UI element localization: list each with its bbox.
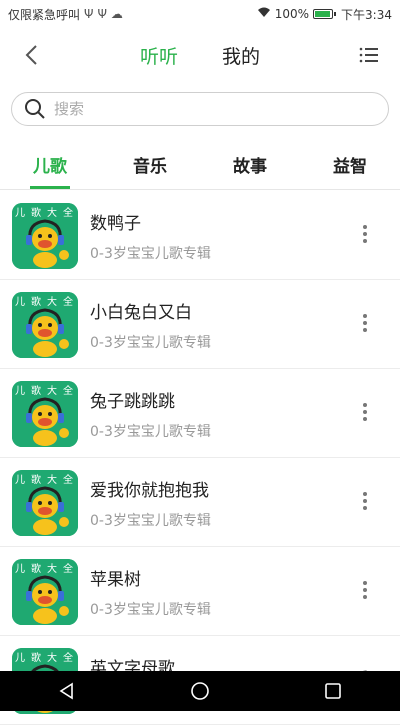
cover-art: 儿歌大全: [12, 470, 78, 536]
cover-label-char: 全: [63, 384, 73, 397]
search-icon: [25, 99, 45, 119]
more-options-icon[interactable]: [362, 581, 368, 601]
status-time: 下午3:34: [341, 7, 392, 22]
cloud-icon: ☁: [110, 7, 123, 21]
category-tab-nursery[interactable]: 儿歌: [33, 152, 67, 177]
album-list: 儿歌大全 数鸭子 0-3岁宝宝儿歌专辑 儿歌大全 小白兔白又白 0-3岁宝宝儿歌…: [0, 191, 400, 725]
cover-label-char: 大: [47, 206, 57, 219]
album-cover: 儿歌大全: [12, 559, 78, 625]
list-item[interactable]: 儿歌大全 小白兔白又白 0-3岁宝宝儿歌专辑: [0, 280, 400, 369]
album-cover: 儿歌大全: [12, 381, 78, 447]
wifi-icon: [257, 7, 271, 21]
tab-mine[interactable]: 我的: [222, 42, 260, 69]
list-menu-button[interactable]: [358, 44, 380, 66]
cover-art: 儿歌大全: [12, 203, 78, 269]
cover-art: 儿歌大全: [12, 381, 78, 447]
cover-label-char: 儿: [15, 207, 25, 219]
list-item[interactable]: 儿歌大全 兔子跳跳跳 0-3岁宝宝儿歌专辑: [0, 369, 400, 458]
cover-label-char: 儿: [15, 474, 25, 486]
cover-label-char: 儿: [15, 385, 25, 397]
item-subtitle: 0-3岁宝宝儿歌专辑: [90, 513, 211, 529]
item-subtitle: 0-3岁宝宝儿歌专辑: [90, 246, 211, 262]
cover-label-char: 全: [63, 206, 73, 219]
status-left: 仅限紧急呼叫 Ψ Ψ ☁: [8, 6, 123, 23]
search-bar[interactable]: [11, 92, 389, 126]
triangle-back-icon: [59, 682, 73, 700]
cover-label-char: 歌: [31, 651, 41, 664]
item-subtitle: 0-3岁宝宝儿歌专辑: [90, 335, 211, 351]
cover-label-char: 大: [47, 384, 57, 397]
cover-label-char: 歌: [31, 384, 41, 397]
list-item[interactable]: 儿歌大全 数鸭子 0-3岁宝宝儿歌专辑: [0, 191, 400, 280]
list-icon: [359, 47, 378, 63]
cover-label-char: 儿: [15, 563, 25, 575]
usb-debug-icon: Ψ: [97, 7, 107, 21]
category-tab-story[interactable]: 故事: [233, 152, 267, 177]
battery-percent: 100%: [274, 7, 310, 21]
cover-label-char: 大: [47, 651, 57, 664]
more-options-icon[interactable]: [362, 492, 368, 512]
more-options-icon[interactable]: [362, 403, 368, 423]
back-button[interactable]: [18, 42, 44, 68]
battery-icon: [313, 9, 337, 19]
cover-label-char: 儿: [15, 296, 25, 308]
back-nav-button[interactable]: [47, 671, 87, 711]
cover-label-char: 歌: [31, 473, 41, 486]
category-tab-puzzle[interactable]: 益智: [333, 152, 367, 177]
chevron-left-icon: [25, 45, 37, 65]
circle-home-icon: [191, 682, 209, 700]
category-tab-music[interactable]: 音乐: [133, 152, 167, 177]
cover-art: 儿歌大全: [12, 292, 78, 358]
tab-listen[interactable]: 听听: [140, 42, 178, 69]
cover-label-char: 歌: [31, 206, 41, 219]
list-item[interactable]: 儿歌大全 爱我你就抱抱我 0-3岁宝宝儿歌专辑: [0, 458, 400, 547]
active-tab-indicator: [30, 186, 70, 189]
recents-nav-button[interactable]: [313, 671, 353, 711]
item-title: 数鸭子: [90, 214, 141, 234]
top-header: 听听 我的: [0, 28, 400, 82]
album-cover: 儿歌大全: [12, 470, 78, 536]
cover-label-char: 歌: [31, 295, 41, 308]
search-input[interactable]: [52, 99, 356, 119]
cover-label-char: 儿: [15, 652, 25, 664]
more-options-icon[interactable]: [362, 314, 368, 334]
cover-label-char: 大: [47, 473, 57, 486]
album-cover: 儿歌大全: [12, 203, 78, 269]
cover-label-char: 歌: [31, 562, 41, 575]
carrier-text: 仅限紧急呼叫: [8, 7, 81, 22]
system-nav-bar: [0, 671, 400, 711]
cover-art: 儿歌大全: [12, 559, 78, 625]
item-subtitle: 0-3岁宝宝儿歌专辑: [90, 424, 211, 440]
list-item[interactable]: 儿歌大全 苹果树 0-3岁宝宝儿歌专辑: [0, 547, 400, 636]
album-cover: 儿歌大全: [12, 292, 78, 358]
item-title: 兔子跳跳跳: [90, 392, 175, 412]
cover-label-char: 全: [63, 295, 73, 308]
category-tabs: 儿歌 音乐 故事 益智: [0, 140, 400, 190]
status-bar: 仅限紧急呼叫 Ψ Ψ ☁ 100% 下午3:34: [0, 0, 400, 28]
item-title: 爱我你就抱抱我: [90, 481, 209, 501]
cover-label-char: 全: [63, 473, 73, 486]
item-title: 小白兔白又白: [90, 303, 192, 323]
status-right: 100% 下午3:34: [257, 6, 392, 23]
usb-icon: Ψ: [84, 7, 94, 21]
more-options-icon[interactable]: [362, 225, 368, 245]
item-title: 苹果树: [90, 570, 141, 590]
cover-label-char: 大: [47, 562, 57, 575]
cover-label-char: 大: [47, 295, 57, 308]
cover-label-char: 全: [63, 651, 73, 664]
item-subtitle: 0-3岁宝宝儿歌专辑: [90, 602, 211, 618]
home-nav-button[interactable]: [180, 671, 220, 711]
square-recents-icon: [325, 683, 342, 699]
cover-label-char: 全: [63, 562, 73, 575]
